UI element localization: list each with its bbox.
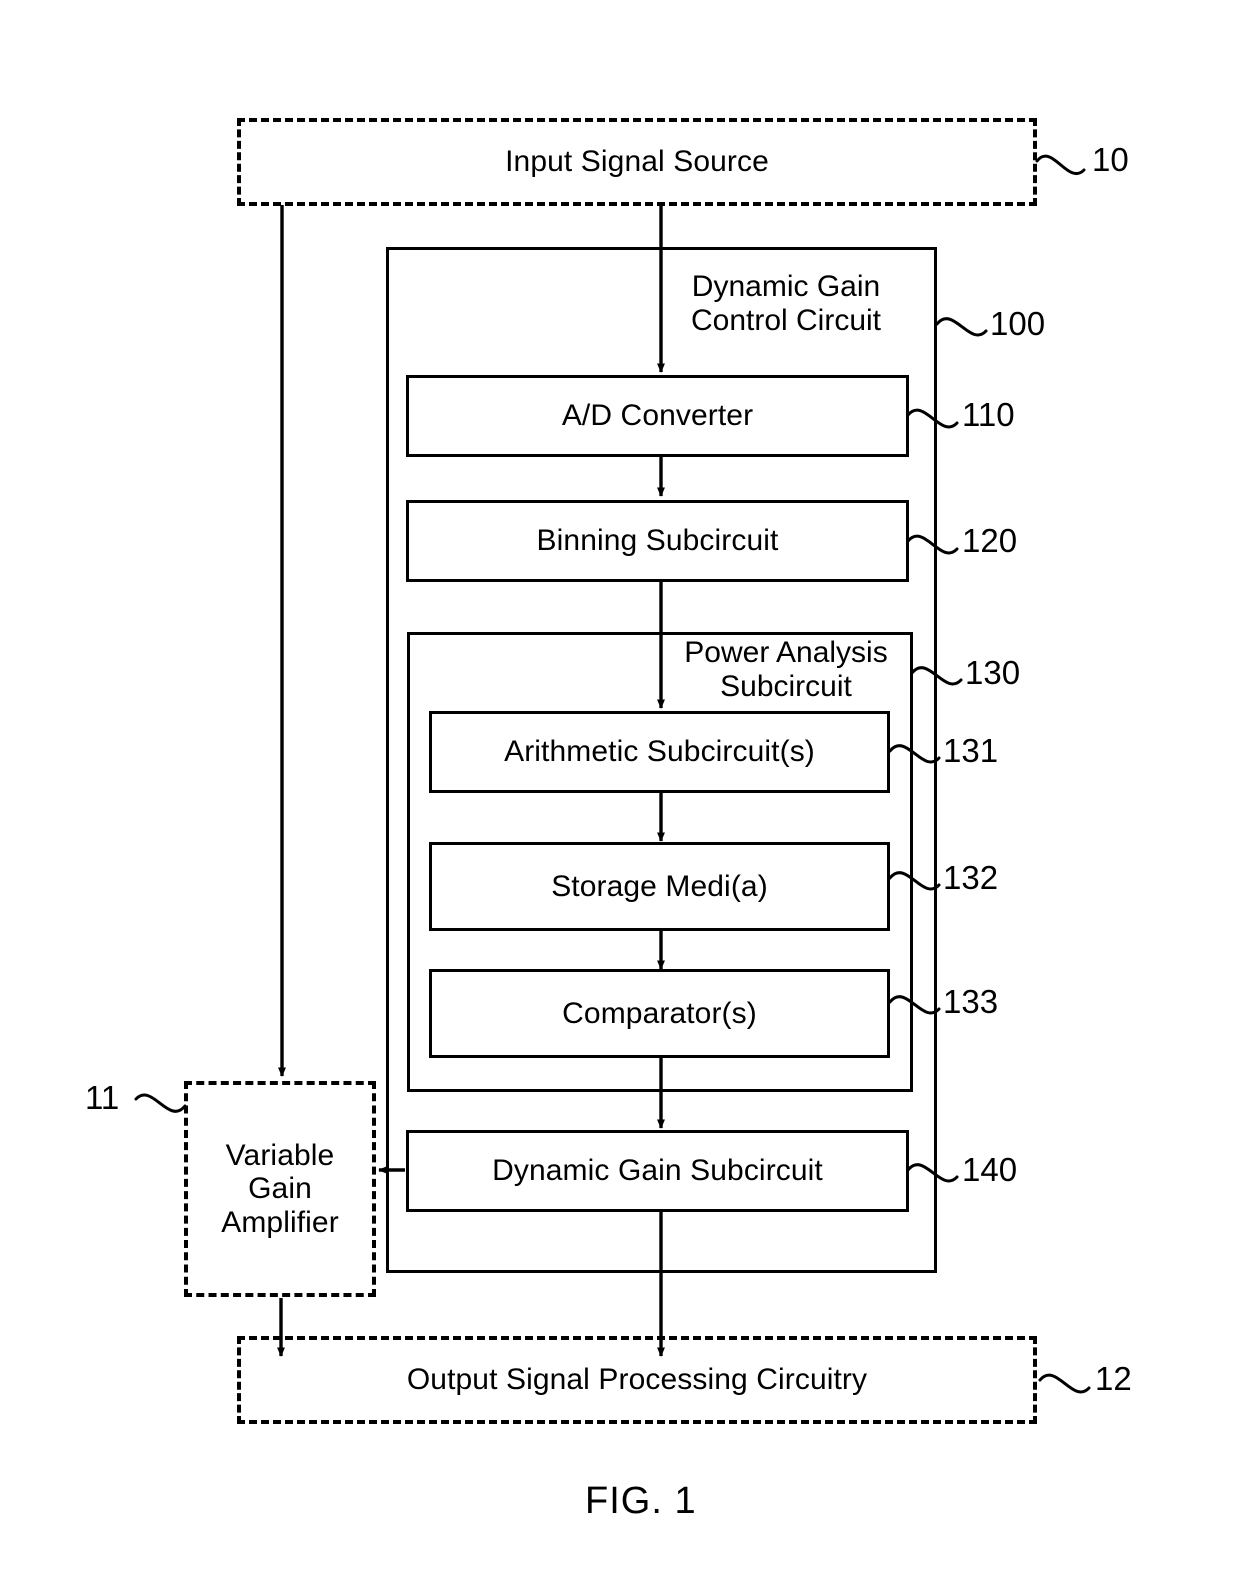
arithmetic-subcircuits-block: Arithmetic Subcircuit(s) — [429, 711, 890, 793]
ref-131: 131 — [943, 732, 999, 769]
patent-figure-1: Input Signal Source 10 Dynamic Gain Cont… — [0, 0, 1240, 1593]
ref-133: 133 — [943, 983, 999, 1020]
dynamic-gain-control-circuit-label: Dynamic Gain Control Circuit — [690, 270, 882, 337]
ref-10: 10 — [1092, 141, 1129, 178]
output-signal-processing-circuitry-label: Output Signal Processing Circuitry — [406, 1363, 868, 1397]
leader-12 — [1038, 1373, 1091, 1394]
ref-120: 120 — [962, 522, 1018, 559]
input-signal-source-label: Input Signal Source — [505, 145, 769, 179]
ad-converter-label: A/D Converter — [561, 399, 754, 433]
arithmetic-subcircuits-label: Arithmetic Subcircuit(s) — [504, 735, 815, 769]
dynamic-gain-subcircuit-block: Dynamic Gain Subcircuit — [406, 1130, 909, 1212]
ref-132: 132 — [943, 859, 999, 896]
input-signal-source-block: Input Signal Source — [237, 118, 1037, 206]
ref-100: 100 — [990, 305, 1046, 342]
variable-gain-amplifier-block: Variable Gain Amplifier — [184, 1081, 376, 1297]
storage-media-label: Storage Medi(a) — [551, 869, 768, 903]
ref-130: 130 — [965, 654, 1021, 691]
storage-media-block: Storage Medi(a) — [429, 842, 890, 931]
comparators-block: Comparator(s) — [429, 969, 890, 1058]
ad-converter-block: A/D Converter — [406, 375, 909, 457]
comparators-label: Comparator(s) — [562, 996, 757, 1030]
ref-110: 110 — [962, 396, 1015, 433]
figure-caption: FIG. 1 — [585, 1480, 697, 1522]
ref-11: 11 — [85, 1079, 120, 1116]
binning-subcircuit-block: Binning Subcircuit — [406, 500, 909, 582]
binning-subcircuit-label: Binning Subcircuit — [536, 524, 779, 558]
output-signal-processing-circuitry-block: Output Signal Processing Circuitry — [237, 1336, 1037, 1424]
leader-100 — [935, 317, 988, 337]
leader-10 — [1035, 154, 1086, 175]
variable-gain-amplifier-label: Variable Gain Amplifier — [221, 1138, 339, 1239]
power-analysis-subcircuit-label: Power Analysis Subcircuit — [684, 636, 888, 703]
dynamic-gain-subcircuit-label: Dynamic Gain Subcircuit — [492, 1154, 823, 1188]
ref-12: 12 — [1095, 1360, 1132, 1397]
leader-11 — [134, 1093, 187, 1113]
ref-140: 140 — [962, 1151, 1018, 1188]
